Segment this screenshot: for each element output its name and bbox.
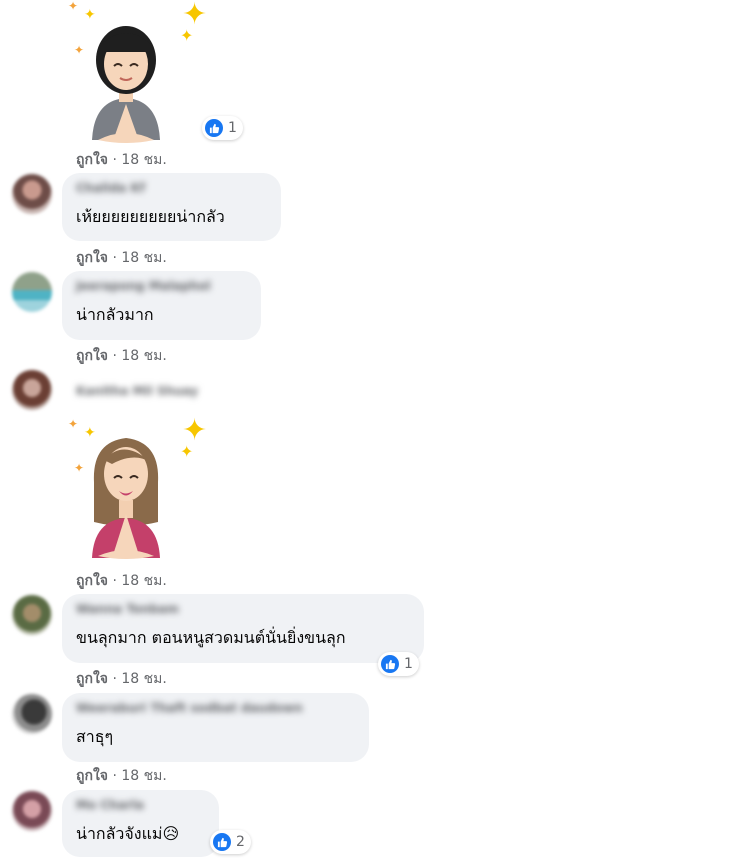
comment-actions: ถูกใจ · 18 ชม.: [76, 570, 167, 592]
timestamp[interactable]: 18 ชม.: [121, 768, 166, 784]
like-thumbs-up-icon: [213, 833, 231, 851]
comment-actions: ถูกใจ · 18 ชม.: [76, 247, 167, 269]
comment-text: เห้ยยยยยยยยยน่ากลัว: [76, 207, 225, 226]
sticker-namaste-long-hair: [64, 412, 188, 562]
like-link[interactable]: ถูกใจ: [76, 768, 108, 784]
reaction-count: 2: [236, 834, 245, 850]
timestamp[interactable]: 18 ชม.: [121, 573, 166, 589]
comment-author[interactable]: Mo Charla: [76, 798, 144, 812]
avatar[interactable]: [12, 370, 52, 410]
sticker-namaste-short-hair: [64, 0, 188, 150]
sad-face-emoji: 😥: [162, 824, 180, 843]
like-link[interactable]: ถูกใจ: [76, 573, 108, 589]
avatar[interactable]: [12, 174, 52, 214]
like-thumbs-up-icon: [205, 119, 223, 137]
comment-author[interactable]: Weeraburi Thaft sodbat daudown: [76, 701, 303, 715]
comment-bubble: Chalida Kf เห้ยยยยยยยยยน่ากลัว: [62, 173, 281, 241]
comment-actions: ถูกใจ · 18 ชม.: [76, 668, 167, 690]
reaction-count: 1: [404, 656, 413, 672]
avatar-sticker-illustration: [92, 438, 160, 559]
like-link[interactable]: ถูกใจ: [76, 152, 108, 168]
timestamp[interactable]: 18 ชม.: [121, 152, 166, 168]
sparkle-icon: ✦: [68, 0, 79, 13]
reaction-badge[interactable]: 1: [378, 652, 419, 676]
timestamp[interactable]: 18 ชม.: [121, 348, 166, 364]
sparkle-icon: ✦: [180, 26, 194, 45]
reaction-badge[interactable]: 1: [202, 116, 243, 140]
comment-bubble: Jeerapong Malaphol น่ากลัวมาก: [62, 271, 261, 340]
sparkle-icon: ✦: [74, 461, 85, 475]
comment-actions: ถูกใจ · 18 ชม.: [76, 765, 167, 787]
like-link[interactable]: ถูกใจ: [76, 348, 108, 364]
comment-actions: ถูกใจ · 18 ชม.: [76, 345, 167, 367]
avatar[interactable]: [12, 272, 52, 312]
sparkle-icon: ✦: [68, 417, 79, 431]
avatar[interactable]: [12, 791, 52, 831]
sparkle-icon: ✦: [84, 7, 96, 23]
sparkle-icon: ✦: [180, 442, 194, 461]
timestamp[interactable]: 18 ชม.: [121, 671, 166, 687]
comment-author[interactable]: Wanna Tonbam: [76, 602, 179, 616]
comment-text-body: น่ากลัวจังแม่: [76, 824, 163, 843]
like-link[interactable]: ถูกใจ: [76, 250, 108, 266]
comment-bubble: Weeraburi Thaft sodbat daudown สาธุๆ: [62, 693, 369, 762]
comment-author[interactable]: Jeerapong Malaphol: [76, 279, 211, 293]
comment-text: สาธุๆ: [76, 727, 114, 746]
comment-author[interactable]: Kanitha Mil Shuay: [76, 384, 198, 398]
reaction-badge[interactable]: 2: [210, 830, 251, 854]
like-link[interactable]: ถูกใจ: [76, 671, 108, 687]
comment-bubble: Wanna Tonbam ขนลุกมาก ตอนหนูสวดมนต์นั่นย…: [62, 594, 424, 663]
comment-text: น่ากลัวมาก: [76, 305, 154, 324]
comment-actions: ถูกใจ · 18 ชม.: [76, 149, 167, 171]
comment-author[interactable]: Chalida Kf: [76, 181, 145, 195]
comment-bubble: Mo Charla น่ากลัวจังแม่😥: [62, 790, 219, 857]
comment-text: น่ากลัวจังแม่😥: [76, 822, 179, 847]
avatar-sticker-illustration: [92, 26, 160, 143]
like-thumbs-up-icon: [381, 655, 399, 673]
avatar[interactable]: [12, 694, 52, 734]
sparkle-icon: ✦: [74, 43, 85, 57]
reaction-count: 1: [228, 120, 237, 136]
avatar[interactable]: [12, 595, 52, 635]
comment-text: ขนลุกมาก ตอนหนูสวดมนต์นั่นยิ่งขนลุก: [76, 628, 346, 647]
timestamp[interactable]: 18 ชม.: [121, 250, 166, 266]
sparkle-icon: ✦: [84, 425, 96, 441]
